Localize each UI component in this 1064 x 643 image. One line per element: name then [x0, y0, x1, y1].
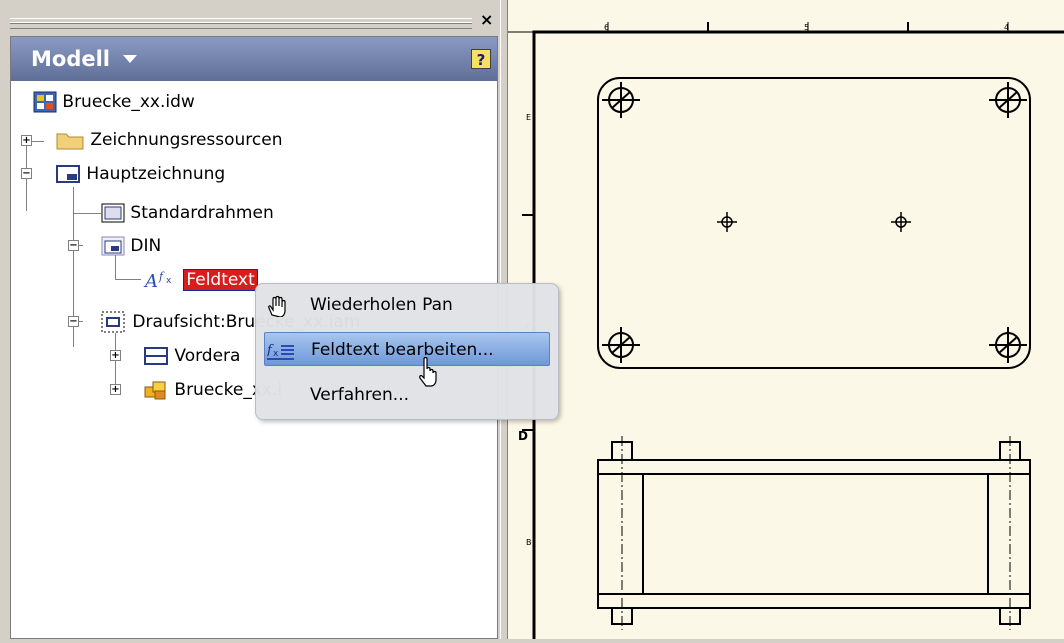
- tree-item-label: Hauptzeichnung: [86, 164, 226, 184]
- frame-icon: [101, 202, 125, 224]
- hand-pointer-cursor-icon: [416, 356, 442, 391]
- ruler-label: 4: [1004, 23, 1009, 32]
- tree-item-label: Standardrahmen: [130, 203, 274, 223]
- tree-line: [115, 279, 141, 280]
- section-view-icon: [143, 345, 169, 367]
- tree-item-label: DIN: [130, 236, 162, 256]
- tree-line: [73, 213, 101, 214]
- menu-item-label: Wiederholen Pan: [310, 295, 453, 315]
- collapse-icon[interactable]: −: [68, 240, 79, 251]
- svg-text:x: x: [273, 349, 279, 359]
- ruler-label: 5: [804, 23, 809, 32]
- panel-grip[interactable]: [10, 18, 472, 29]
- close-icon[interactable]: ×: [480, 12, 493, 28]
- fx-icon: fx: [266, 340, 294, 360]
- center-line: [621, 436, 1011, 630]
- collapse-icon[interactable]: −: [21, 168, 32, 179]
- fieldtext-icon: Afx: [143, 269, 179, 292]
- hole-symbol: [602, 82, 1027, 363]
- svg-text:f: f: [158, 270, 165, 283]
- menu-item-label: Verfahren...: [310, 385, 409, 405]
- chevron-down-icon[interactable]: [123, 55, 137, 63]
- collapse-icon[interactable]: −: [68, 316, 79, 327]
- menu-item-label: Feldtext bearbeiten...: [311, 340, 494, 360]
- tree-item-frame[interactable]: Standardrahmen: [101, 200, 274, 226]
- tree-item-label: Zeichnungsressourcen: [90, 130, 283, 150]
- ruler-label: 6: [604, 23, 609, 32]
- tree-item-root[interactable]: Bruecke_xx.idw: [33, 89, 195, 115]
- expand-icon[interactable]: +: [110, 384, 121, 395]
- hand-icon: [266, 295, 290, 318]
- front-view: [597, 441, 1031, 625]
- ruler-label: E: [526, 113, 531, 122]
- tree-item-label-selected: Feldtext: [183, 269, 258, 291]
- expand-icon[interactable]: +: [110, 350, 121, 361]
- menu-item-edit-fieldtext[interactable]: fx Feldtext bearbeiten...: [264, 332, 550, 366]
- tree-item-sheet[interactable]: Hauptzeichnung: [55, 161, 225, 187]
- tree-item-fieldtext[interactable]: Afx Feldtext: [143, 267, 258, 293]
- tree-item-label: Bruecke_xx.idw: [62, 92, 195, 112]
- help-icon[interactable]: ?: [471, 49, 491, 69]
- browser-header[interactable]: Modell ?: [11, 37, 497, 81]
- svg-text:A: A: [143, 271, 158, 291]
- drawing-canvas[interactable]: 6 5 4 E C D B: [508, 0, 1064, 643]
- browser-title[interactable]: Modell: [31, 47, 110, 71]
- titleblock-icon: [101, 235, 125, 257]
- center-mark: [717, 212, 911, 232]
- drawing-file-icon: [33, 91, 57, 113]
- tree-item-titleblock[interactable]: DIN: [101, 233, 161, 259]
- assembly-icon: [143, 379, 169, 401]
- tree-item-label: Vordera: [174, 346, 241, 366]
- folder-icon: [55, 129, 85, 151]
- ruler-label: B: [526, 538, 532, 547]
- context-menu: Wiederholen Pan fx Feldtext bearbeiten..…: [255, 283, 559, 420]
- drawing-svg: 6 5 4 E C D B: [508, 22, 1064, 643]
- expand-icon[interactable]: +: [21, 135, 32, 146]
- menu-item-repeat-pan[interactable]: Wiederholen Pan: [264, 288, 550, 322]
- tree-item-view-front[interactable]: Vordera: [143, 343, 240, 369]
- tree-item-resources[interactable]: Zeichnungsressourcen: [55, 127, 283, 153]
- ruler-label: D: [518, 429, 528, 443]
- svg-text:x: x: [166, 276, 172, 286]
- menu-item-verfahren[interactable]: Verfahren...: [264, 378, 550, 412]
- view-icon: [101, 311, 127, 333]
- sheet-icon: [55, 163, 81, 185]
